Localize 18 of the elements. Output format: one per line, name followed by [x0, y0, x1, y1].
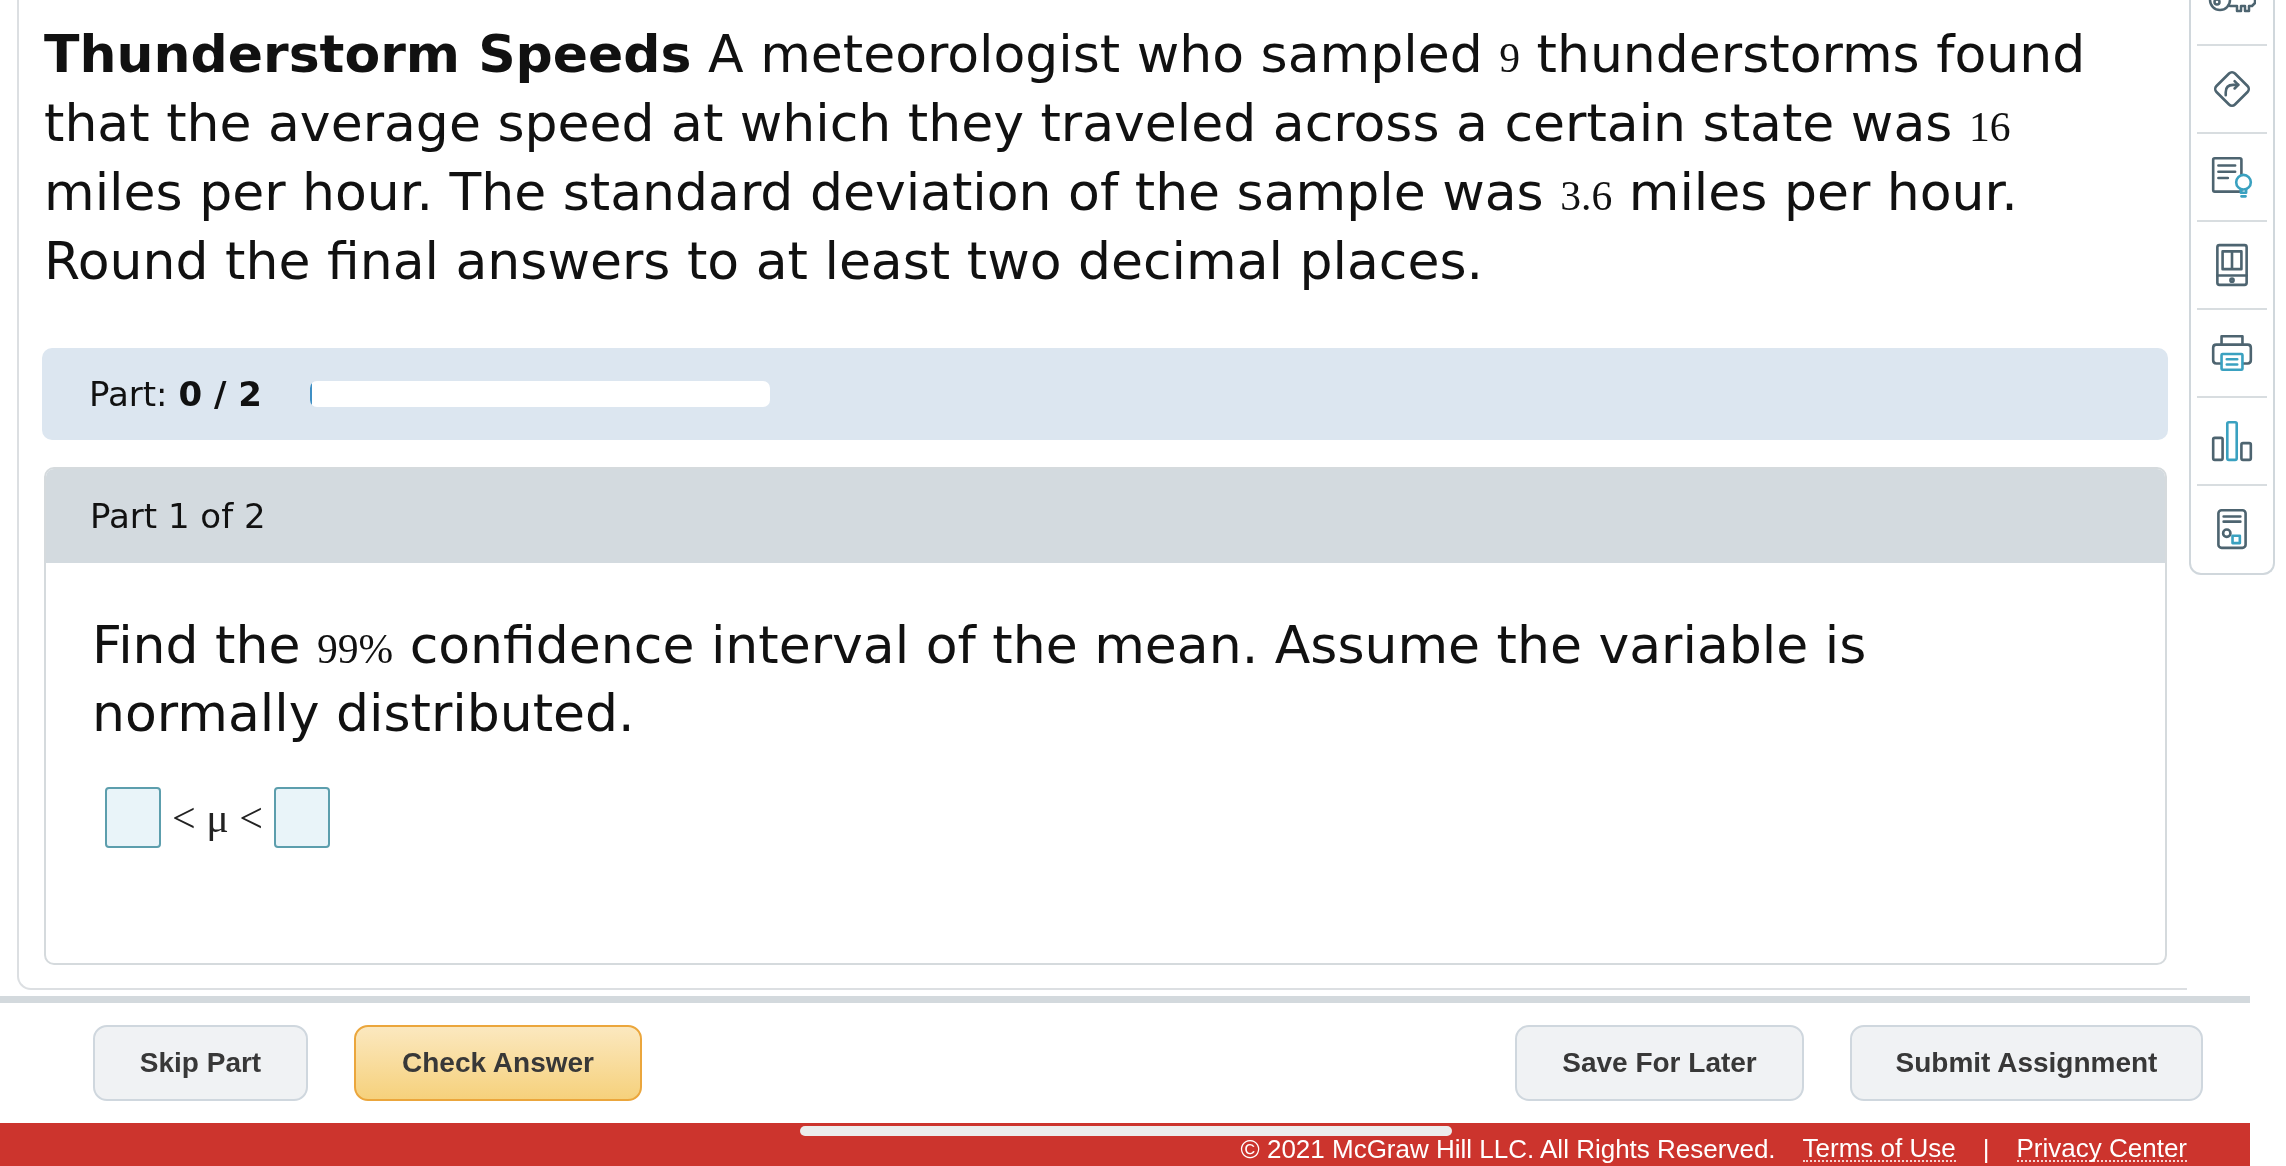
part-title: Part 1 of 2 [90, 496, 266, 536]
part-progress-label: Part: 0 / 2 [89, 374, 262, 414]
footer-separator: | [1982, 1136, 1990, 1162]
answer-box[interactable] [273, 787, 330, 848]
document-lightbulb-icon[interactable] [2209, 154, 2255, 200]
question-text: Find the 99% confidence interval of the mean. Assume the variable is normally distributed. [92, 614, 1868, 745]
save-for-later-button[interactable]: Save For Later [1515, 1025, 1804, 1101]
check-answer-button[interactable]: Check Answer [354, 1025, 642, 1101]
problem-text: Thunderstorm Speeds A meteorologist who sampled 9 thunderstorms found that the average speed at which they traveled across a certain state was 16 miles per hour. The standard deviation of the sample was 3.6 miles per hour. Round the final answers to at least two decimal places. [44, 23, 2087, 293]
submit-assignment-button[interactable]: Submit Assignment [1850, 1025, 2203, 1101]
skip-part-button[interactable]: Skip Part [93, 1025, 308, 1101]
answer-box[interactable] [105, 787, 161, 848]
copyright-text: © 2021 McGraw Hill LLC. All Rights Reserved. [1240, 1136, 1776, 1162]
scrollbar-thumb[interactable] [800, 1126, 1452, 1136]
inequality-text: < μ < [172, 793, 263, 842]
bar-chart-icon[interactable] [2209, 418, 2255, 464]
privacy-center-link[interactable]: Privacy Center [2016, 1136, 2187, 1162]
terms-of-use-link[interactable]: Terms of Use [1802, 1136, 1956, 1162]
